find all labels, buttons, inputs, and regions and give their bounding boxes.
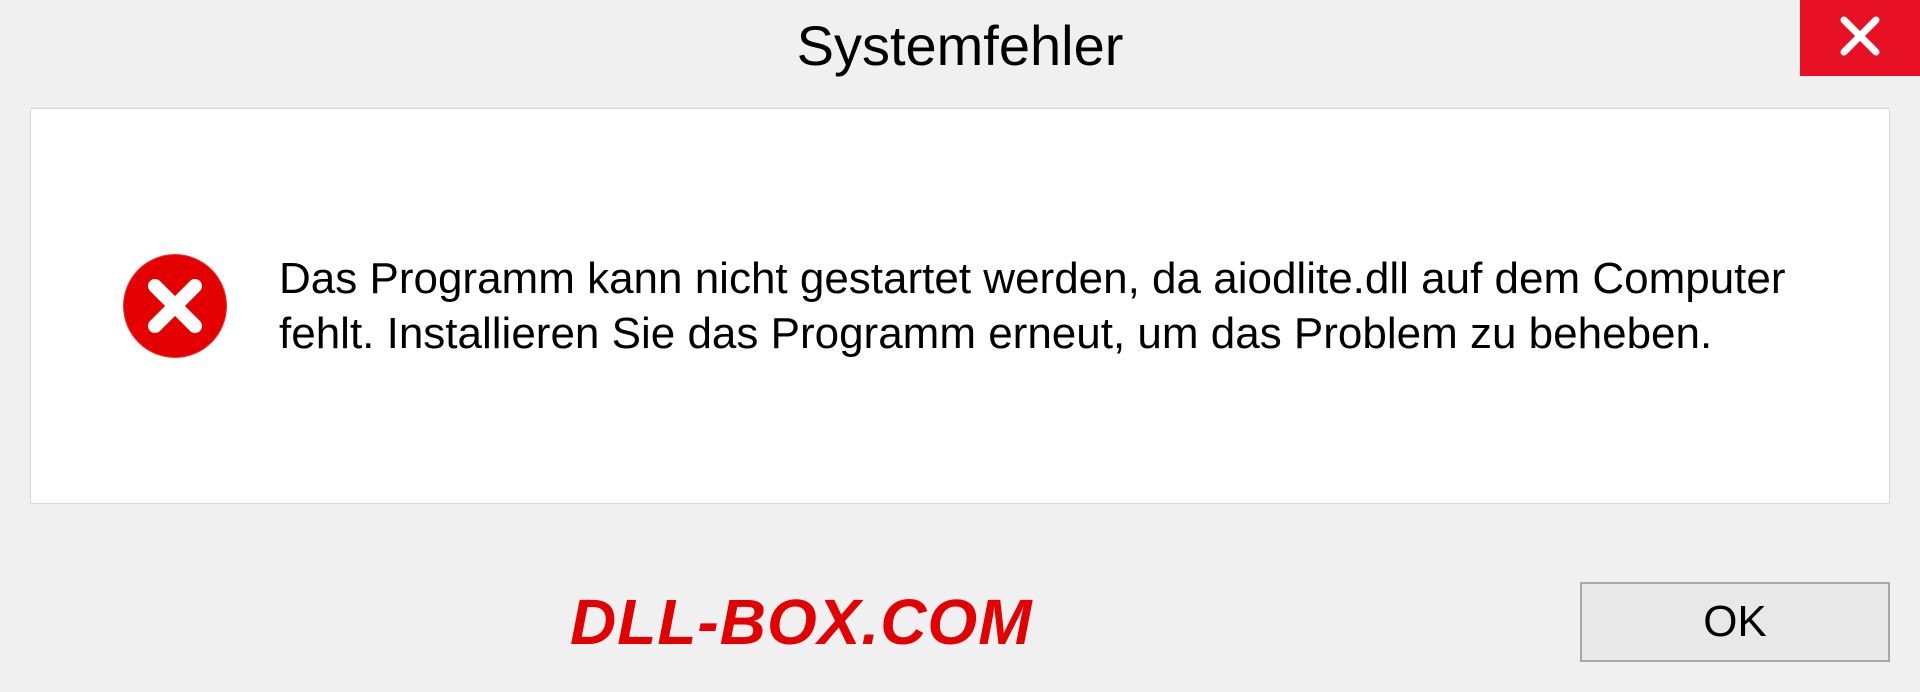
- watermark-text: DLL-BOX.COM: [570, 585, 1033, 659]
- dialog-title: Systemfehler: [797, 13, 1124, 78]
- error-dialog: Systemfehler Das Programm kann nicht ges…: [0, 0, 1920, 692]
- error-message: Das Programm kann nicht gestartet werden…: [279, 251, 1829, 361]
- title-bar: Systemfehler: [0, 0, 1920, 90]
- close-button[interactable]: [1800, 0, 1920, 76]
- error-icon: [121, 252, 229, 360]
- content-panel: Das Programm kann nicht gestartet werden…: [30, 108, 1890, 504]
- dialog-footer: DLL-BOX.COM OK: [0, 572, 1920, 672]
- close-icon: [1838, 14, 1882, 63]
- ok-button[interactable]: OK: [1580, 582, 1890, 662]
